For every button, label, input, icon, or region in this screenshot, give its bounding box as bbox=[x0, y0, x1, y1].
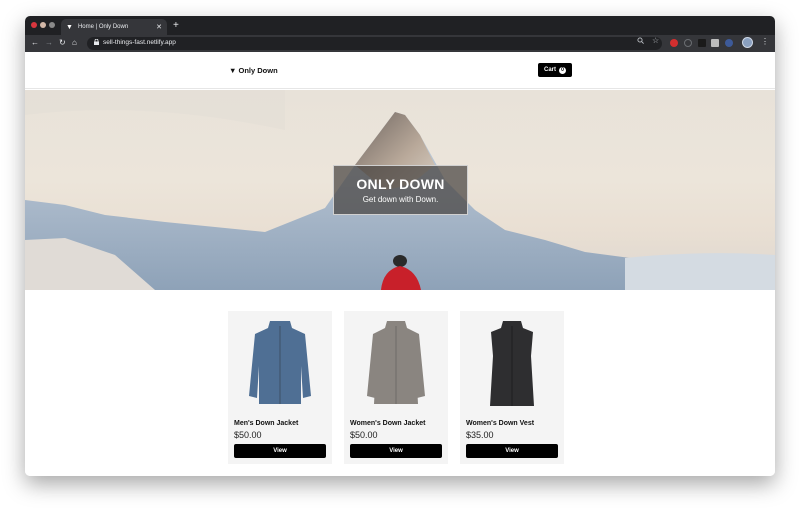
search-icon[interactable] bbox=[637, 37, 644, 46]
browser-tab[interactable]: ▼ Home | Only Down ✕ bbox=[61, 19, 167, 35]
site-logo[interactable]: ▼ Only Down bbox=[229, 66, 278, 75]
cart-label: Cart bbox=[543, 67, 556, 73]
extension-grid-icon[interactable] bbox=[711, 39, 719, 47]
site-header: ▼ Only Down Cart 0 bbox=[25, 52, 775, 89]
jacket-icon bbox=[367, 320, 425, 404]
product-name[interactable]: Men's Down Jacket bbox=[234, 420, 298, 427]
product-card[interactable]: Men's Down Jacket $50.00 View bbox=[228, 311, 332, 464]
tab-title: Home | Only Down bbox=[77, 24, 129, 30]
product-name[interactable]: Women's Down Jacket bbox=[350, 420, 425, 427]
vest-icon bbox=[490, 320, 534, 406]
hero-banner: ONLY DOWN Get down with Down. bbox=[25, 90, 775, 290]
reload-icon[interactable]: ↻ bbox=[59, 38, 66, 47]
forward-icon[interactable]: → bbox=[45, 38, 53, 47]
minimize-window-button[interactable] bbox=[40, 22, 46, 28]
close-window-button[interactable] bbox=[31, 22, 37, 28]
browser-toolbar: ← → ↻ ⌂ sell-things-fast.netlify.app ☆ ⋮ bbox=[25, 35, 775, 52]
product-card[interactable]: Women's Down Vest $35.00 View bbox=[460, 311, 564, 464]
browser-window: ▼ Home | Only Down ✕ + ← → ↻ ⌂ sell-thin… bbox=[25, 16, 775, 476]
extension-red-icon[interactable] bbox=[670, 39, 678, 47]
web-page: ▼ Only Down Cart 0 ONLY DOWN Get down wi… bbox=[25, 52, 775, 476]
person-head-shape bbox=[393, 255, 407, 267]
view-button[interactable]: View bbox=[234, 444, 326, 458]
product-price: $50.00 bbox=[234, 430, 262, 440]
tab-strip: ▼ Home | Only Down ✕ + bbox=[25, 16, 775, 35]
product-price: $50.00 bbox=[350, 430, 378, 440]
extension-grey-icon[interactable] bbox=[684, 39, 692, 47]
close-tab-icon[interactable]: ✕ bbox=[156, 23, 162, 31]
jacket-icon bbox=[249, 320, 311, 404]
back-icon[interactable]: ← bbox=[31, 38, 39, 47]
bookmark-star-icon[interactable]: ☆ bbox=[652, 36, 659, 45]
new-tab-button[interactable]: + bbox=[173, 20, 179, 31]
product-price: $35.00 bbox=[466, 430, 494, 440]
distant-ridge-shape bbox=[625, 253, 775, 290]
favicon-icon: ▼ bbox=[66, 23, 73, 31]
view-button[interactable]: View bbox=[350, 444, 442, 458]
product-image[interactable] bbox=[460, 311, 564, 415]
home-icon[interactable]: ⌂ bbox=[72, 38, 77, 47]
cloud-shape bbox=[25, 90, 285, 130]
lock-icon bbox=[94, 38, 99, 47]
product-image[interactable] bbox=[344, 311, 448, 415]
hero-title: ONLY DOWN bbox=[356, 176, 445, 192]
browser-menu-icon[interactable]: ⋮ bbox=[761, 37, 769, 46]
profile-avatar[interactable] bbox=[742, 37, 753, 48]
cart-button[interactable]: Cart 0 bbox=[538, 63, 572, 77]
view-button[interactable]: View bbox=[466, 444, 558, 458]
extension-dark-icon[interactable] bbox=[698, 39, 706, 47]
hero-subtitle: Get down with Down. bbox=[362, 195, 439, 204]
product-name[interactable]: Women's Down Vest bbox=[466, 420, 534, 427]
extension-blue-icon[interactable] bbox=[725, 39, 733, 47]
product-grid: Men's Down Jacket $50.00 View Women's Do… bbox=[228, 311, 573, 464]
cart-count-badge: 0 bbox=[559, 66, 566, 74]
address-bar[interactable]: sell-things-fast.netlify.app bbox=[87, 37, 662, 50]
hero-text-box: ONLY DOWN Get down with Down. bbox=[333, 165, 468, 215]
product-image[interactable] bbox=[228, 311, 332, 415]
product-card[interactable]: Women's Down Jacket $50.00 View bbox=[344, 311, 448, 464]
url-text[interactable]: sell-things-fast.netlify.app bbox=[103, 39, 176, 46]
maximize-window-button[interactable] bbox=[49, 22, 55, 28]
